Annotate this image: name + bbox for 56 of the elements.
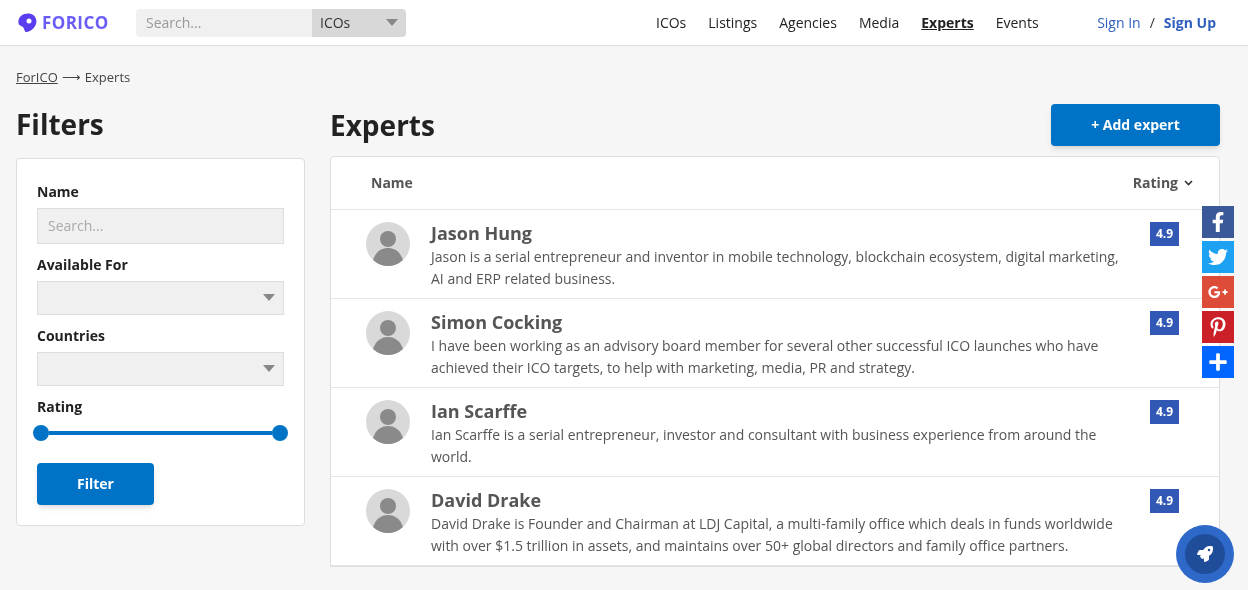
nav-link[interactable]: ICOs bbox=[656, 12, 687, 33]
twitter-icon[interactable] bbox=[1202, 241, 1234, 273]
search-field[interactable]: Search... bbox=[136, 8, 312, 37]
nav-link[interactable]: Media bbox=[858, 12, 900, 33]
slider-thumb[interactable] bbox=[33, 424, 49, 441]
rocket-chat-button[interactable] bbox=[1176, 525, 1234, 583]
expert-name[interactable]: Jason Hung bbox=[431, 219, 1150, 246]
pinterest-icon[interactable] bbox=[1202, 311, 1234, 343]
avatar bbox=[366, 488, 410, 533]
rocket-icon bbox=[1197, 546, 1213, 562]
category-dropdown[interactable]: ICOs bbox=[312, 8, 406, 37]
sign-in-link[interactable]: Sign In bbox=[1097, 12, 1141, 33]
column-header: Name bbox=[371, 172, 413, 193]
breadcrumb-link[interactable]: ForICO bbox=[16, 68, 58, 88]
nav-link[interactable]: Events bbox=[995, 12, 1039, 33]
slider-thumb[interactable] bbox=[272, 424, 288, 441]
expert-name[interactable]: David Drake bbox=[431, 486, 1150, 513]
rating-badge: 4.9 bbox=[1150, 399, 1179, 424]
share-plus-icon[interactable] bbox=[1202, 346, 1234, 378]
field-label: Rating bbox=[37, 395, 84, 417]
expert-bio: Ian Scarffe is a serial entrepreneur, investor and consultant with business experience from around the world. bbox=[431, 423, 1098, 468]
avatar bbox=[366, 310, 410, 355]
breadcrumb-current: Experts bbox=[84, 68, 131, 88]
filter-button[interactable]: Filter bbox=[37, 462, 154, 505]
rating-badge: 4.9 bbox=[1150, 221, 1179, 246]
filters-title: Filters bbox=[16, 103, 105, 144]
field-label: Name bbox=[37, 180, 80, 202]
expert-bio: I have been working as an advisory board member for several other successful ICO launches who have achieved their ICO targets, to help with marketing, media, PR and strategy. bbox=[431, 334, 1100, 379]
experts-title: Experts bbox=[330, 104, 435, 146]
name-search-field[interactable]: Search... bbox=[37, 207, 284, 244]
separator: / bbox=[1149, 12, 1155, 33]
breadcrumb-arrow: ⟶ bbox=[61, 68, 81, 88]
expert-name[interactable]: Ian Scarffe bbox=[431, 397, 1150, 424]
logo-text: FORICO bbox=[42, 9, 109, 36]
avatar bbox=[366, 221, 410, 266]
logo-icon bbox=[18, 12, 38, 33]
caret-icon bbox=[263, 365, 275, 372]
expert-bio: Jason is a serial entrepreneur and inventor in mobile technology, blockchain ecosystem, digital marketing, AI and ERP related business. bbox=[431, 245, 1120, 290]
expert-bio: David Drake is Founder and Chairman at LDJ Capital, a multi-family office which deals in funds worldwide with over $1.5 trillion in assets, and maintains over 50+ global directors and family office partners. bbox=[431, 512, 1114, 557]
avatar bbox=[366, 399, 410, 444]
rating-badge: 4.9 bbox=[1150, 310, 1179, 335]
caret-icon bbox=[386, 19, 398, 26]
sign-up-link[interactable]: Sign Up bbox=[1163, 12, 1216, 33]
chevron-down-icon bbox=[1184, 179, 1193, 186]
expert-name[interactable]: Simon Cocking bbox=[431, 308, 1150, 335]
field-label: Available For bbox=[37, 253, 129, 275]
rating-badge: 4.9 bbox=[1150, 488, 1179, 513]
caret-icon bbox=[263, 294, 275, 301]
facebook-icon[interactable] bbox=[1202, 206, 1234, 238]
add-expert-button[interactable]: + Add expert bbox=[1051, 103, 1220, 146]
field-label: Countries bbox=[37, 324, 106, 346]
nav-link[interactable]: Agencies bbox=[779, 12, 837, 33]
nav-link[interactable]: Experts bbox=[921, 12, 974, 33]
nav-link[interactable]: Listings bbox=[708, 12, 758, 33]
google-plus-icon[interactable] bbox=[1202, 276, 1234, 308]
rating-sort-button[interactable]: Rating bbox=[1132, 172, 1193, 193]
